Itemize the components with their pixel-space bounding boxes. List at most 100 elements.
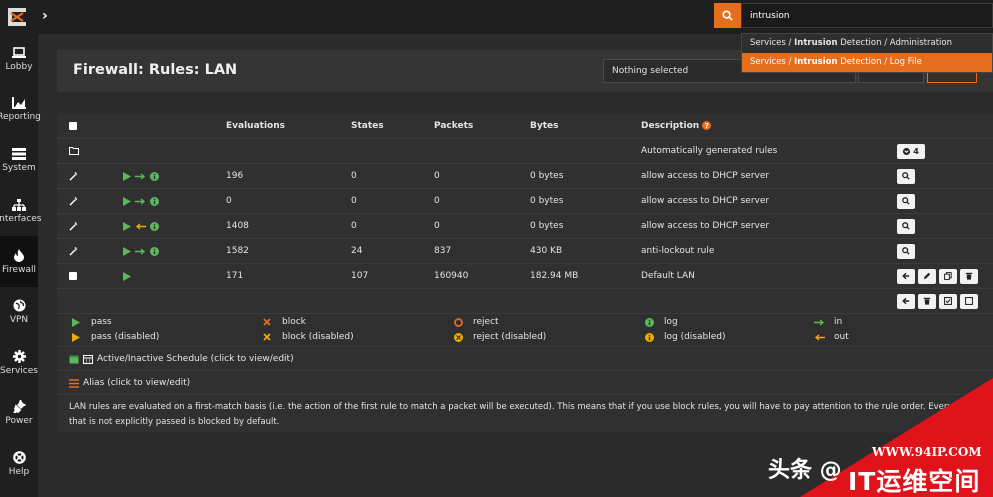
schedule-legend[interactable]: Active/Inactive Schedule (click to view/… (57, 348, 993, 371)
cell-packets: 0 (434, 221, 440, 231)
direction-in-icon (135, 247, 146, 255)
clone-rule-button[interactable] (939, 268, 957, 284)
enable-selected-button[interactable] (939, 293, 957, 309)
col-packets: Packets (434, 120, 474, 131)
sidebar-item-reporting[interactable]: Reporting (0, 85, 41, 136)
legend-log: log (642, 317, 678, 327)
legend-block: block (260, 317, 306, 327)
area-chart-icon (12, 97, 26, 110)
logo-icon (8, 8, 26, 26)
view-rule-button[interactable] (897, 193, 915, 209)
sidebar-item-services[interactable]: Services (0, 338, 38, 389)
select-all-checkbox[interactable] (69, 121, 77, 130)
cell-bytes: 0 bytes (530, 221, 564, 231)
move-rule-button[interactable] (897, 268, 915, 284)
table-header-row: Evaluations States Packets Bytes Descrip… (57, 113, 993, 139)
arrow-left-icon (902, 272, 910, 280)
alias-legend[interactable]: Alias (click to view/edit) (57, 372, 993, 395)
legend-log-disabled: log (disabled) (642, 332, 725, 342)
sidebar-item-label: Services (0, 365, 38, 376)
direction-in-icon (813, 318, 824, 326)
move-selected-button[interactable] (897, 293, 915, 309)
fire-icon (14, 248, 24, 262)
log-icon (150, 196, 159, 206)
search-button[interactable] (714, 3, 741, 28)
legend: pass pass (disabled) block block (disabl… (57, 314, 993, 347)
suggestion-ids-administration[interactable]: Services / Intrusion Detection / Adminis… (742, 34, 992, 53)
pass-icon[interactable] (123, 271, 131, 281)
sidebar-item-label: Lobby (5, 61, 33, 72)
view-rule-button[interactable] (897, 218, 915, 234)
col-description: Description? (641, 113, 712, 138)
log-icon (644, 317, 654, 327)
cell-states: 0 (351, 196, 357, 206)
bulk-actions-row (57, 289, 993, 314)
cell-evaluations: 0 (226, 196, 232, 206)
cell-bytes: 430 KB (530, 246, 563, 256)
magic-wand-icon (69, 171, 78, 181)
direction-in-icon (135, 172, 146, 180)
disable-selected-button[interactable] (960, 293, 978, 309)
expand-auto-rules-button[interactable]: 4 (897, 143, 925, 159)
col-description-label: Description (641, 120, 700, 131)
search-suggestions: Services / Intrusion Detection / Adminis… (741, 33, 993, 73)
cell-evaluations: 1408 (226, 221, 249, 231)
sidebar-item-lobby[interactable]: Lobby (0, 34, 38, 85)
table-row: 1582 24 837 430 KB anti-lockout rule (57, 239, 993, 264)
delete-rule-button[interactable] (960, 268, 978, 284)
cell-bytes: 0 bytes (530, 171, 564, 181)
search-input[interactable] (741, 3, 993, 28)
cell-packets: 837 (434, 246, 452, 256)
pass-disabled-icon (72, 332, 80, 342)
watermark-brand: IT运维空间 (848, 467, 981, 496)
sidebar-item-interfaces[interactable]: Interfaces (0, 186, 42, 237)
magic-wand-icon (69, 221, 78, 231)
sidebar-item-firewall[interactable]: Firewall (0, 236, 38, 287)
cog-icon (12, 349, 26, 363)
legend-label: out (834, 332, 849, 342)
log-icon (150, 221, 159, 231)
view-rule-button[interactable] (897, 168, 915, 184)
opnsense-logo[interactable] (0, 0, 34, 34)
sidebar-item-help[interactable]: Help (0, 439, 38, 490)
legend-in: in (812, 317, 842, 327)
table-row: 1408 0 0 0 bytes allow access to DHCP se… (57, 214, 993, 239)
sitemap-icon (12, 198, 26, 211)
help-icon[interactable]: ? (702, 121, 712, 130)
calendar-icon (83, 355, 93, 364)
delete-selected-button[interactable] (918, 293, 936, 309)
square-icon (965, 297, 973, 305)
sidebar-item-system[interactable]: System (0, 135, 38, 186)
check-square-icon (944, 297, 952, 305)
pass-icon (123, 246, 131, 256)
auto-rules-description: Automatically generated rules (641, 146, 778, 156)
view-rule-button[interactable] (897, 243, 915, 259)
log-disabled-icon (644, 332, 654, 342)
cell-bytes: 0 bytes (530, 196, 564, 206)
search-icon (902, 197, 910, 205)
sidebar-item-power[interactable]: Power (0, 388, 38, 439)
legend-label: reject (disabled) (473, 332, 547, 342)
search-icon (722, 10, 733, 21)
legend-pass-disabled: pass (disabled) (69, 332, 159, 342)
rule-checkbox[interactable] (69, 272, 77, 280)
trash-icon (965, 272, 973, 280)
cell-states: 0 (351, 171, 357, 181)
log-icon (150, 171, 159, 181)
edit-rule-button[interactable] (918, 268, 936, 284)
auto-rules-row[interactable]: Automatically generated rules 4 (57, 139, 993, 164)
calendar-icon (69, 355, 79, 364)
direction-out-icon (814, 333, 825, 341)
suggestion-ids-log-file[interactable]: Services / Intrusion Detection / Log Fil… (742, 53, 992, 72)
legend-label: pass (disabled) (91, 332, 160, 342)
menu-toggle-chevron-icon[interactable]: › (42, 8, 48, 24)
cell-evaluations: 171 (226, 271, 244, 281)
cell-packets: 0 (434, 196, 440, 206)
sidebar-item-label: Reporting (0, 112, 41, 123)
cell-description: allow access to DHCP server (641, 196, 770, 206)
pass-icon (123, 196, 131, 206)
sidebar-item-vpn[interactable]: VPN (0, 287, 38, 338)
col-evaluations: Evaluations (226, 120, 285, 131)
globe-icon (13, 299, 25, 312)
watermark-url: WWW.94IP.COM (872, 445, 982, 459)
